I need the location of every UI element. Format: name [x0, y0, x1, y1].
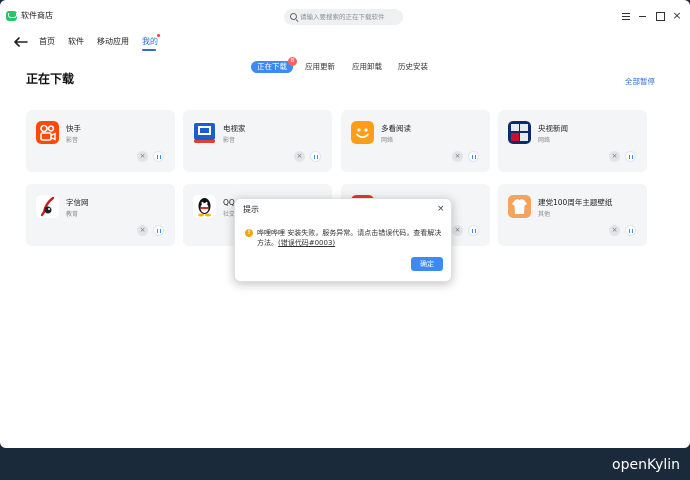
download-card: 多看阅读 网络 × [341, 110, 490, 172]
close-icon[interactable]: × [671, 10, 683, 22]
app-category: 网络 [381, 137, 394, 144]
pause-download-button[interactable] [468, 225, 479, 236]
cancel-download-button[interactable]: × [137, 225, 148, 236]
download-card: 建党100周年主题壁纸 其他 × [498, 184, 647, 246]
duokan-icon [351, 121, 374, 144]
error-code-link[interactable]: (错误代码#0003) [278, 239, 335, 247]
app-category: 教育 [66, 211, 79, 218]
nav-home[interactable]: 首页 [39, 37, 55, 47]
search-box[interactable] [284, 9, 403, 25]
app-title: 软件商店 [21, 11, 53, 20]
back-arrow-icon[interactable] [14, 37, 28, 47]
ok-button[interactable]: 确定 [411, 257, 443, 271]
warning-icon: ! [245, 229, 253, 237]
nav-mine[interactable]: 我的 [142, 37, 158, 47]
error-dialog: 提示 × ! 哗哩哗哩 安装失败，服务异常。请点击错误代码，查看解决方法。(错误… [234, 198, 452, 282]
dialog-title: 提示 [243, 205, 259, 214]
app-category: 影音 [223, 137, 236, 144]
app-name: 央视新闻 [538, 124, 568, 133]
dianshijia-icon [193, 121, 216, 144]
pause-download-button[interactable] [625, 225, 636, 236]
download-card: 央视新闻 网络 × [498, 110, 647, 172]
titlebar: 软件商店 × [0, 0, 690, 32]
download-card: 快手 影音 × [26, 110, 175, 172]
download-card: 字信网 教育 × [26, 184, 175, 246]
pause-download-button[interactable] [153, 151, 164, 162]
dialog-message: 哗哩哗哩 安装失败，服务异常。请点击错误代码，查看解决方法。(错误代码#0003… [257, 228, 447, 248]
kuaishou-icon [36, 121, 59, 144]
cancel-download-button[interactable]: × [137, 151, 148, 162]
tab-install-history[interactable]: 历史安装 [398, 61, 428, 73]
app-category: 其他 [538, 211, 551, 218]
menu-icon[interactable] [620, 10, 632, 22]
pause-download-button[interactable] [153, 225, 164, 236]
zixin-icon [36, 195, 59, 218]
minimize-icon[interactable] [637, 10, 649, 22]
cancel-download-button[interactable]: × [294, 151, 305, 162]
search-input[interactable] [300, 11, 400, 23]
page-title: 正在下载 [26, 72, 75, 86]
pause-download-button[interactable] [625, 151, 636, 162]
maximize-icon[interactable] [654, 10, 666, 22]
cancel-download-button[interactable]: × [609, 151, 620, 162]
notification-dot [157, 34, 160, 37]
app-name: 建党100周年主题壁纸 [538, 198, 613, 207]
pause-all-button[interactable]: 全部暂停 [625, 77, 655, 87]
app-name: 电视家 [223, 124, 246, 133]
dialog-close-icon[interactable]: × [437, 204, 445, 214]
app-name: 多看阅读 [381, 124, 411, 133]
nav-mobile-apps[interactable]: 移动应用 [97, 37, 129, 47]
download-card: 电视家 影音 × [183, 110, 332, 172]
app-store-logo-icon [6, 11, 17, 21]
tab-downloading[interactable]: 正在下载 [251, 61, 293, 73]
app-category: 网络 [538, 137, 551, 144]
pause-download-button[interactable] [310, 151, 321, 162]
nav-active-underline [142, 49, 156, 51]
wallpaper-shirt-icon [508, 195, 531, 218]
cancel-download-button[interactable]: × [609, 225, 620, 236]
pause-download-button[interactable] [468, 151, 479, 162]
cancel-download-button[interactable]: × [452, 151, 463, 162]
nav-software[interactable]: 软件 [68, 37, 84, 47]
app-category: 影音 [66, 137, 79, 144]
os-watermark: openKylin [612, 457, 681, 473]
app-name: 字信网 [66, 198, 89, 207]
tab-app-uninstall[interactable]: 应用卸载 [352, 61, 382, 73]
tab-badge: 8 [288, 57, 297, 66]
cancel-download-button[interactable]: × [452, 225, 463, 236]
app-window: 软件商店 × 首页 软件 移动应用 我的 正在下载 8 应用更新 应用卸载 历史… [0, 0, 690, 448]
cctv-news-icon [508, 121, 531, 144]
tab-app-updates[interactable]: 应用更新 [305, 61, 335, 73]
qq-penguin-icon [193, 195, 216, 218]
search-icon [290, 13, 297, 20]
app-name: 快手 [66, 124, 81, 133]
